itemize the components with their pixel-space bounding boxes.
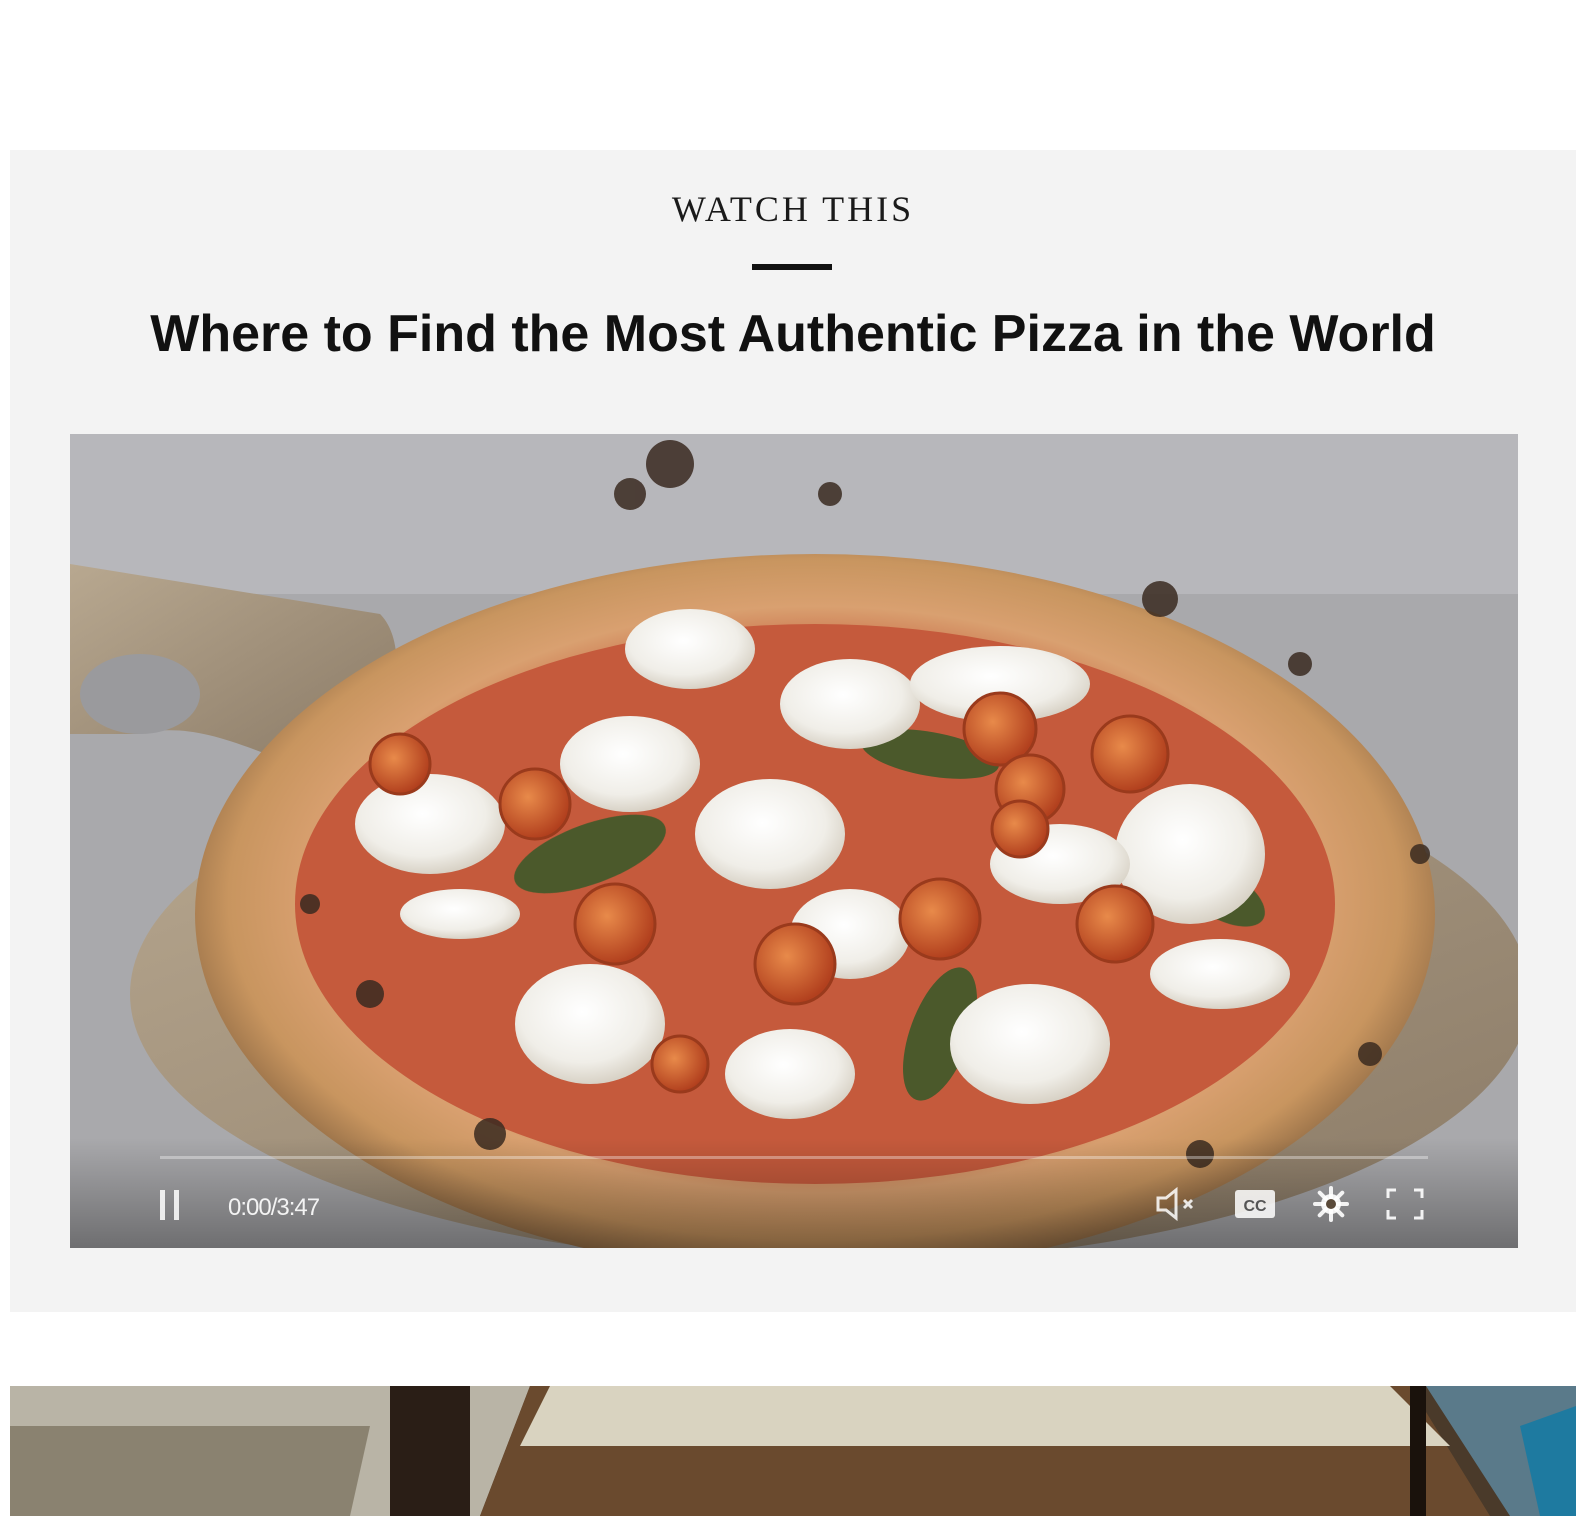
restaurant-interior-image [10, 1386, 1576, 1516]
eyebrow-divider [752, 264, 832, 270]
section-eyebrow: WATCH THIS [10, 188, 1576, 230]
pause-bar-left [160, 1190, 165, 1220]
video-frame-pizza [70, 434, 1518, 1248]
pause-button[interactable] [158, 1188, 192, 1222]
video-controls-bar: 0:00/3:47 CC [70, 1138, 1518, 1248]
next-article-image[interactable] [10, 1386, 1576, 1516]
gear-icon[interactable] [1308, 1184, 1354, 1224]
previous-content-fragment [0, 0, 640, 6]
video-headline[interactable]: Where to Find the Most Authentic Pizza i… [10, 304, 1576, 364]
time-display: 0:00/3:47 [228, 1194, 319, 1222]
progress-bar[interactable] [160, 1156, 1428, 1159]
volume-muted-icon[interactable] [1154, 1184, 1200, 1224]
fullscreen-icon[interactable] [1382, 1184, 1428, 1224]
watch-this-section: WATCH THIS Where to Find the Most Authen… [10, 150, 1576, 1312]
closed-captions-button[interactable]: CC [1232, 1184, 1278, 1224]
video-player[interactable]: 0:00/3:47 CC [70, 434, 1518, 1248]
pause-bar-right [174, 1190, 179, 1220]
svg-text:CC: CC [1243, 1198, 1267, 1215]
